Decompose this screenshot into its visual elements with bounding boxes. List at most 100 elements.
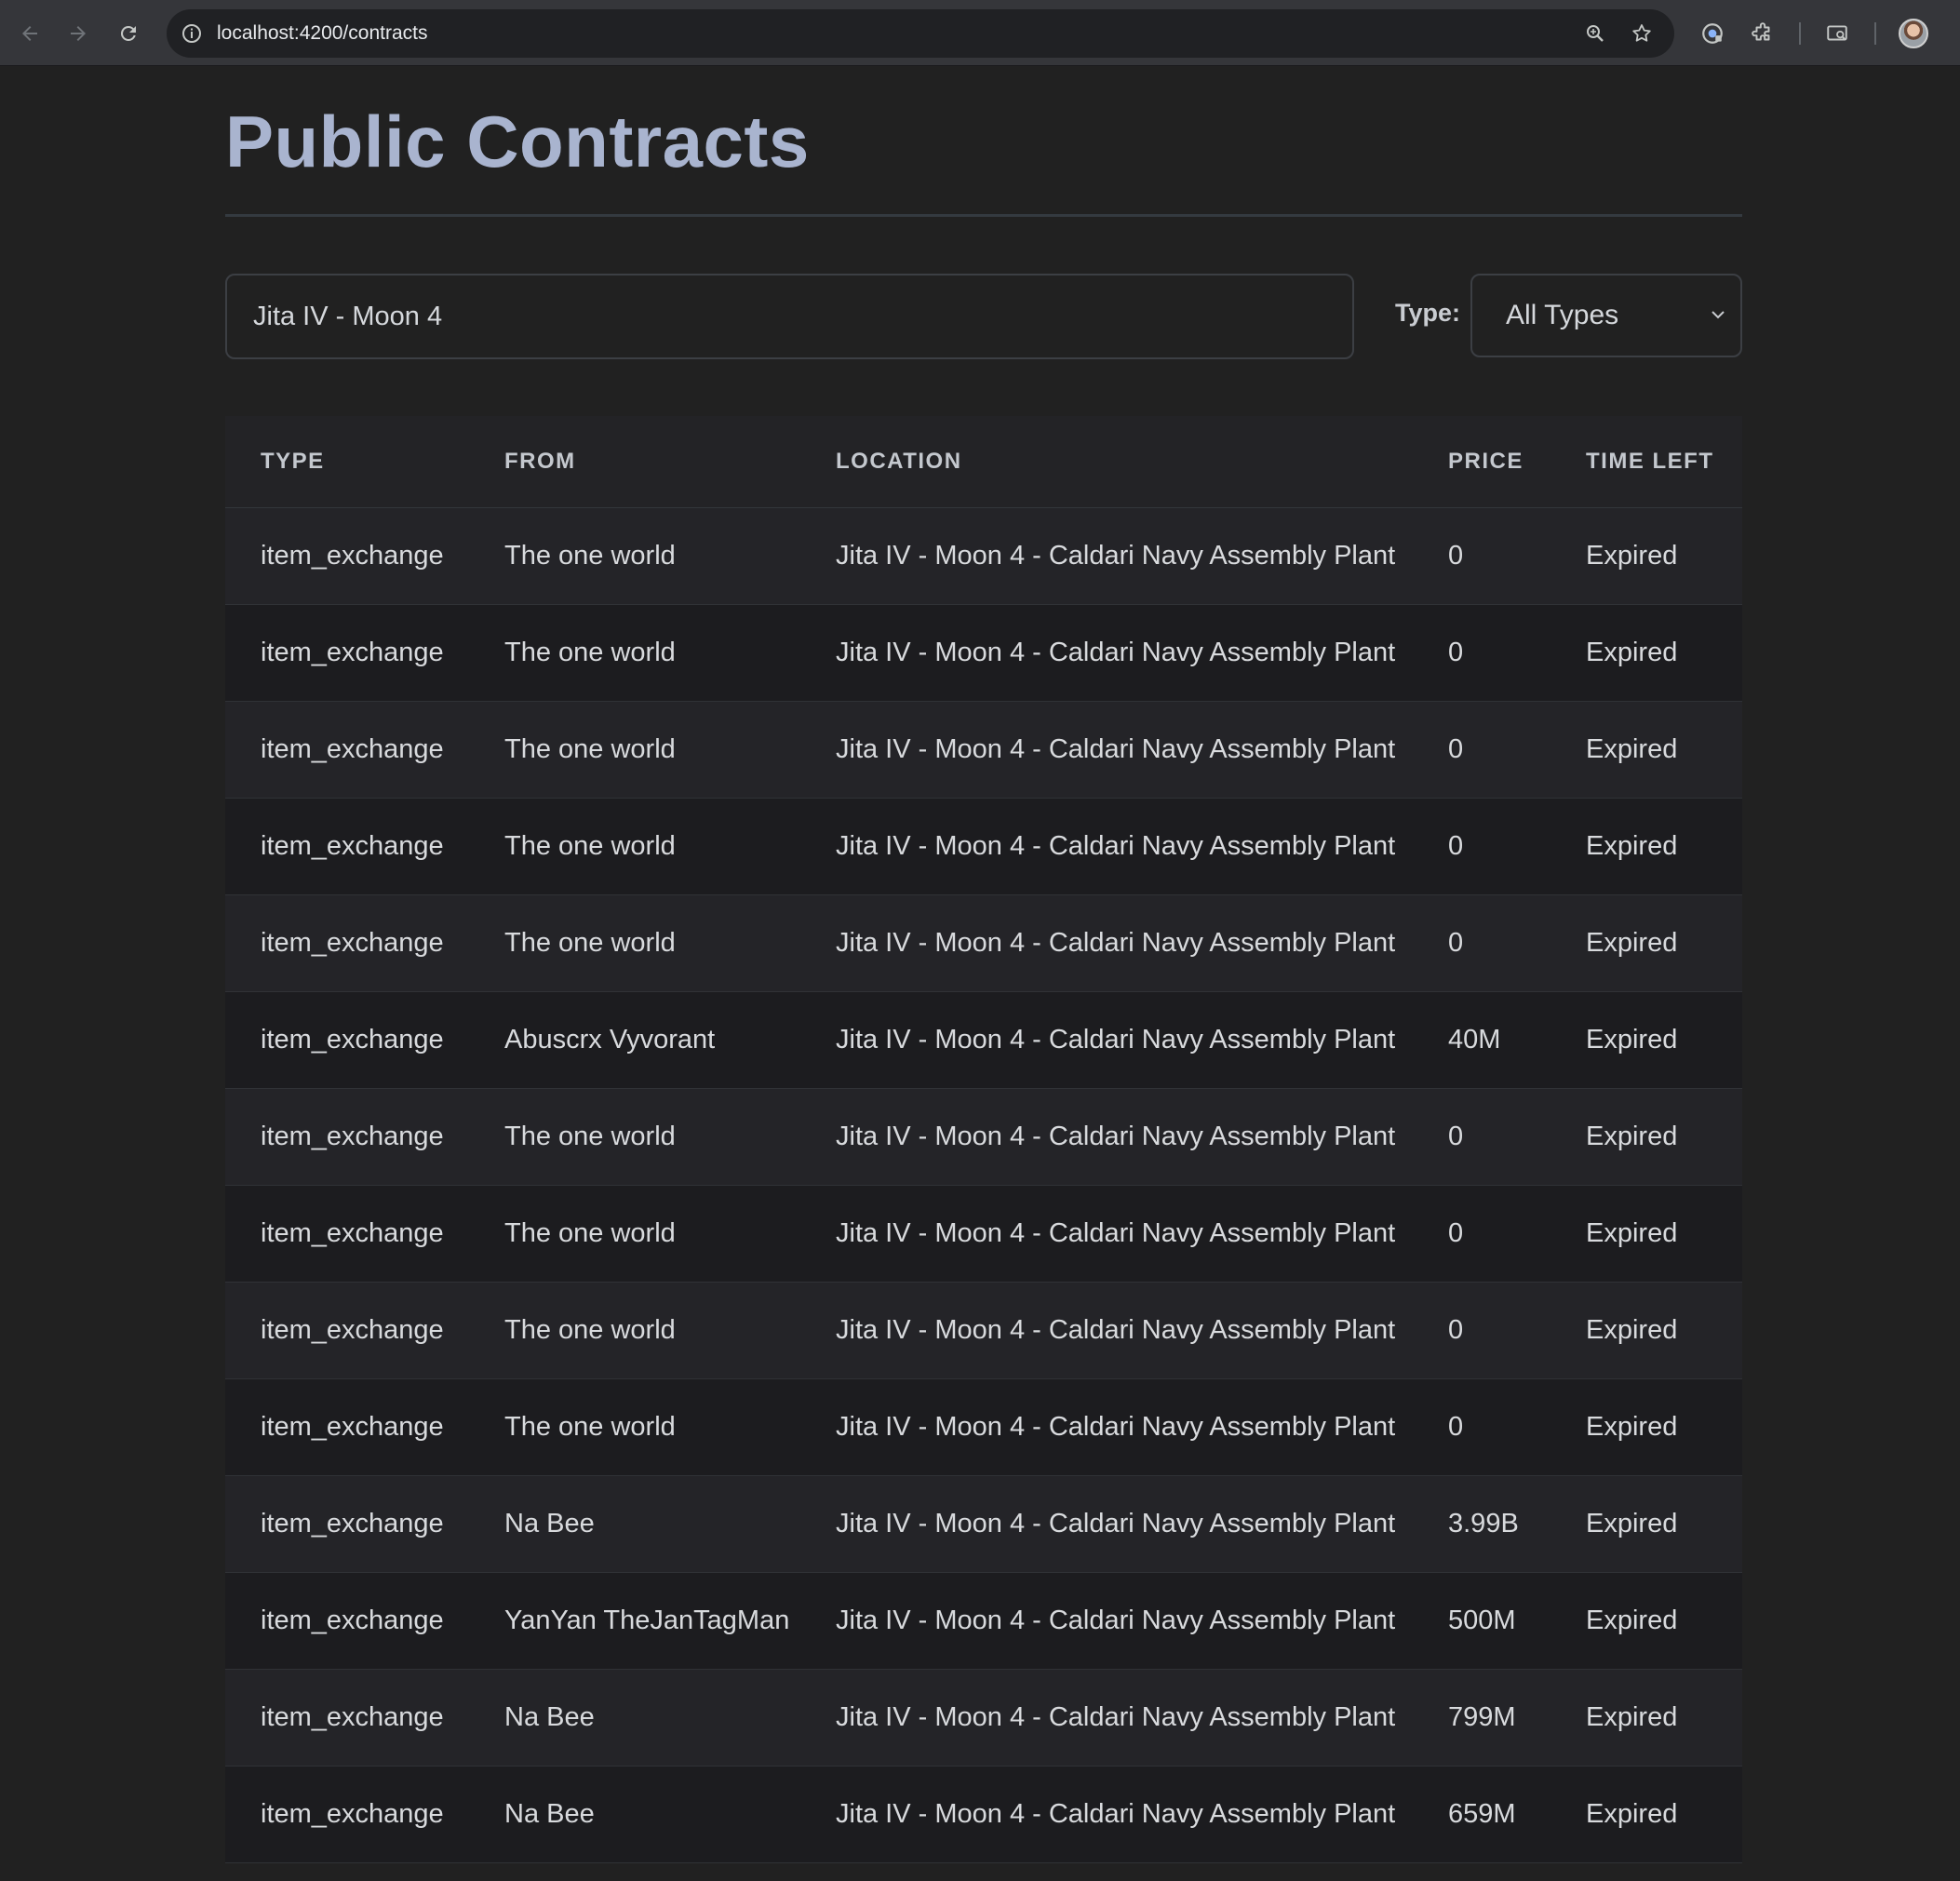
password-manager-icon[interactable]: [1696, 17, 1729, 50]
site-info-icon[interactable]: [178, 20, 206, 47]
zoom-icon[interactable]: [1581, 20, 1609, 47]
type-filter-label: Type:: [1395, 299, 1461, 327]
column-header-from[interactable]: FROM: [504, 416, 836, 508]
cell-price: 0: [1448, 507, 1586, 605]
table-row[interactable]: item_exchange The one world Jita IV - Moon…: [225, 1185, 1742, 1283]
table-row[interactable]: item_exchange Abuscrx Vyvorant Jita IV - M…: [225, 991, 1742, 1089]
cell-from: The one world: [504, 1088, 836, 1186]
cell-price: 3.99B: [1448, 1475, 1586, 1573]
cell-price: 659M: [1448, 1766, 1586, 1863]
cell-price: 0: [1448, 1282, 1586, 1379]
cell-price: 0: [1448, 798, 1586, 895]
cell-type: item_exchange: [261, 1378, 504, 1476]
table-header-row: TYPE FROM LOCATION PRICE TIME LEFT: [225, 416, 1742, 508]
type-filter-value: All Types: [1506, 300, 1619, 330]
cell-type: item_exchange: [261, 1766, 504, 1863]
cell-type: item_exchange: [261, 1572, 504, 1670]
table-row[interactable]: item_exchange Na Bee Jita IV - Moon 4 - Ca…: [225, 1475, 1742, 1573]
row-spacer: [225, 1669, 261, 1767]
cell-time-left: Expired: [1586, 1766, 1742, 1863]
cell-location: Jita IV - Moon 4 - Caldari Navy Assembly…: [836, 1378, 1448, 1476]
cell-location: Jita IV - Moon 4 - Caldari Navy Assembly…: [836, 1185, 1448, 1283]
cell-price: 0: [1448, 701, 1586, 799]
cell-price: 40M: [1448, 991, 1586, 1089]
cell-location: Jita IV - Moon 4 - Caldari Navy Assembly…: [836, 991, 1448, 1089]
cell-from: Na Bee: [504, 1669, 836, 1767]
contracts-table-wrapper: TYPE FROM LOCATION PRICE TIME LEFT item_…: [225, 416, 1742, 1863]
cell-type: item_exchange: [261, 1669, 504, 1767]
cell-time-left: Expired: [1586, 894, 1742, 992]
table-row[interactable]: item_exchange Na Bee Jita IV - Moon 4 - Ca…: [225, 1669, 1742, 1767]
reload-button[interactable]: [112, 17, 145, 50]
column-header-time-left[interactable]: TIME LEFT: [1586, 416, 1742, 508]
cell-location: Jita IV - Moon 4 - Caldari Navy Assembly…: [836, 1282, 1448, 1379]
cell-time-left: Expired: [1586, 1378, 1742, 1476]
cell-type: item_exchange: [261, 507, 504, 605]
column-header-price[interactable]: PRICE: [1448, 416, 1586, 508]
cell-time-left: Expired: [1586, 991, 1742, 1089]
cell-price: 0: [1448, 894, 1586, 992]
cell-time-left: Expired: [1586, 1669, 1742, 1767]
browser-toolbar: localhost:4200/contracts: [0, 0, 1960, 66]
cell-price: 0: [1448, 1088, 1586, 1186]
type-filter-select[interactable]: All Types: [1470, 274, 1742, 357]
row-spacer: [225, 894, 261, 992]
bookmark-star-icon[interactable]: [1628, 20, 1656, 47]
cell-price: 500M: [1448, 1572, 1586, 1670]
cell-location: Jita IV - Moon 4 - Caldari Navy Assembly…: [836, 701, 1448, 799]
cell-location: Jita IV - Moon 4 - Caldari Navy Assembly…: [836, 1475, 1448, 1573]
cell-price: 799M: [1448, 1669, 1586, 1767]
url-text[interactable]: localhost:4200/contracts: [217, 9, 427, 58]
extensions-puzzle-icon[interactable]: [1746, 17, 1779, 50]
row-spacer: [225, 1088, 261, 1186]
cell-from: YanYan TheJanTagMan: [504, 1572, 836, 1670]
cell-type: item_exchange: [261, 604, 504, 702]
cell-location: Jita IV - Moon 4 - Caldari Navy Assembly…: [836, 1572, 1448, 1670]
cell-location: Jita IV - Moon 4 - Caldari Navy Assembly…: [836, 604, 1448, 702]
table-row[interactable]: item_exchange The one world Jita IV - Moon…: [225, 1088, 1742, 1186]
table-row[interactable]: item_exchange The one world Jita IV - Moon…: [225, 798, 1742, 895]
cell-time-left: Expired: [1586, 1282, 1742, 1379]
table-row[interactable]: item_exchange The one world Jita IV - Moon…: [225, 604, 1742, 702]
cell-from: The one world: [504, 1185, 836, 1283]
cell-from: The one world: [504, 1282, 836, 1379]
row-spacer: [225, 798, 261, 895]
table-row[interactable]: item_exchange YanYan TheJanTagMan Jita IV …: [225, 1572, 1742, 1670]
table-row[interactable]: item_exchange The one world Jita IV - Moon…: [225, 507, 1742, 605]
cell-type: item_exchange: [261, 894, 504, 992]
cell-type: item_exchange: [261, 701, 504, 799]
title-divider: [225, 214, 1742, 217]
row-spacer: [225, 991, 261, 1089]
arrow-left-icon: [22, 26, 37, 41]
cell-location: Jita IV - Moon 4 - Caldari Navy Assembly…: [836, 1669, 1448, 1767]
cell-time-left: Expired: [1586, 798, 1742, 895]
table-row[interactable]: item_exchange The one world Jita IV - Moon…: [225, 894, 1742, 992]
forward-button[interactable]: [61, 17, 95, 50]
table-row[interactable]: item_exchange The one world Jita IV - Moon…: [225, 701, 1742, 799]
row-spacer: [225, 1282, 261, 1379]
table-row[interactable]: item_exchange The one world Jita IV - Moon…: [225, 1378, 1742, 1476]
page-title: Public Contracts: [225, 101, 810, 182]
row-spacer: [225, 604, 261, 702]
cell-type: item_exchange: [261, 1088, 504, 1186]
profile-avatar[interactable]: [1899, 19, 1928, 48]
cell-from: The one world: [504, 798, 836, 895]
column-header-type[interactable]: TYPE: [261, 416, 504, 508]
row-spacer: [225, 1378, 261, 1476]
table-row[interactable]: item_exchange Na Bee Jita IV - Moon 4 - Ca…: [225, 1766, 1742, 1863]
arrow-right-icon: [71, 26, 86, 41]
cell-location: Jita IV - Moon 4 - Caldari Navy Assembly…: [836, 1088, 1448, 1186]
cell-type: item_exchange: [261, 798, 504, 895]
tab-search-icon[interactable]: [1820, 17, 1854, 50]
cell-from: The one world: [504, 507, 836, 605]
cell-time-left: Expired: [1586, 1475, 1742, 1573]
chevron-down-icon: [1712, 311, 1725, 319]
address-bar[interactable]: localhost:4200/contracts: [167, 9, 1674, 58]
location-search-input[interactable]: [225, 274, 1354, 359]
page-body: Public Contracts Type: All Types TYPE FR…: [0, 66, 1960, 1881]
cell-price: 0: [1448, 604, 1586, 702]
row-spacer: [225, 1572, 261, 1670]
table-row[interactable]: item_exchange The one world Jita IV - Moon…: [225, 1282, 1742, 1379]
column-header-location[interactable]: LOCATION: [836, 416, 1448, 508]
back-button[interactable]: [13, 17, 47, 50]
